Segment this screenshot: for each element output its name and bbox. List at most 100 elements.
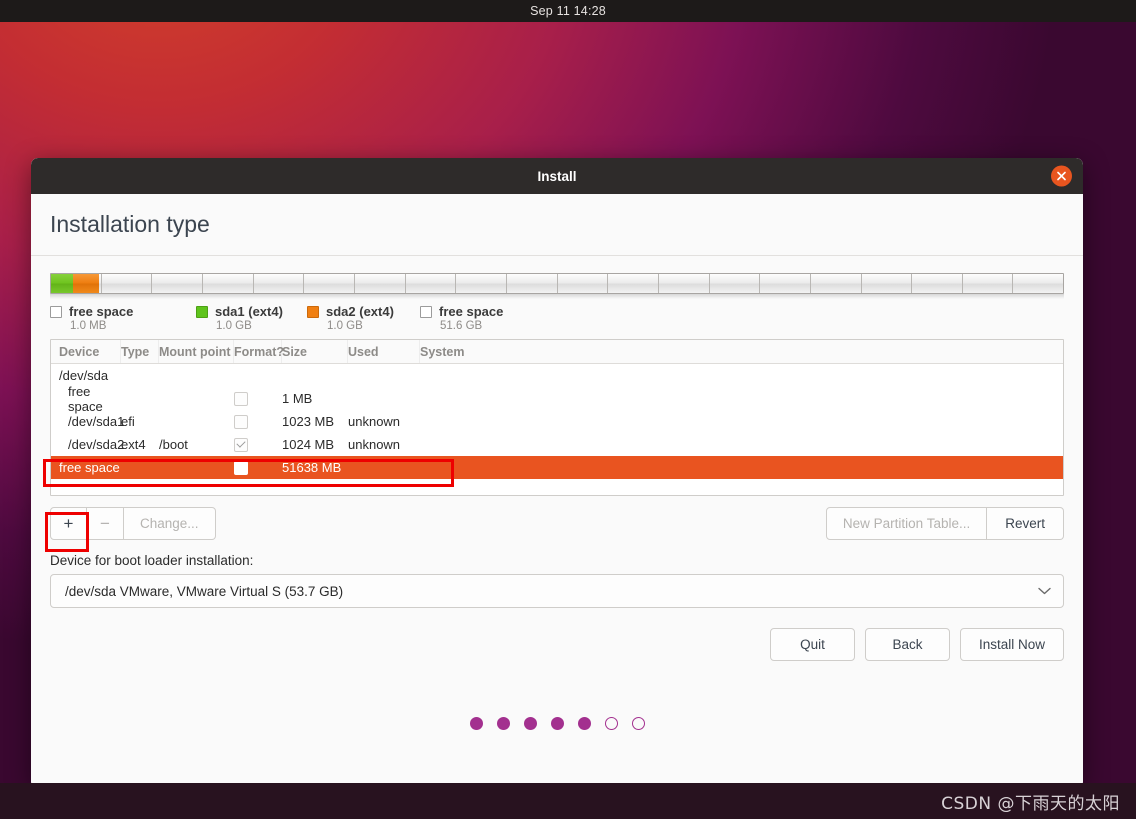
column-header-used[interactable]: Used <box>348 340 420 363</box>
progress-dot[interactable] <box>469 717 483 730</box>
cell-used <box>348 364 420 387</box>
wizard-footer: Quit Back Install Now <box>50 628 1064 661</box>
revert-button[interactable]: Revert <box>987 507 1064 540</box>
wizard-progress-dots <box>31 717 1083 730</box>
chevron-down-icon <box>1038 584 1051 598</box>
disk-bar-shadow <box>50 294 1064 299</box>
progress-dot[interactable] <box>496 717 510 730</box>
installer-content: free space 1.0 MB sda1 (ext4) 1.0 GB sda… <box>31 256 1083 785</box>
cell-format <box>234 387 282 410</box>
cell-device: free space <box>68 383 103 414</box>
page-title: Installation type <box>50 211 210 237</box>
cell-size: 1024 MB <box>282 437 335 452</box>
cell-type: ext4 <box>121 437 146 452</box>
disk-segment-sda2[interactable] <box>73 274 99 293</box>
progress-dot[interactable] <box>523 717 537 730</box>
column-header-size[interactable]: Size <box>282 340 348 363</box>
column-header-system[interactable]: System <box>420 340 1063 363</box>
cell-size <box>282 364 348 387</box>
cell-format <box>234 456 282 479</box>
close-icon[interactable] <box>1051 165 1072 187</box>
legend-label: sda1 (ext4) <box>215 304 283 319</box>
partition-table-group: New Partition Table... Revert <box>825 507 1064 540</box>
disk-legend: free space 1.0 MB sda1 (ext4) 1.0 GB sda… <box>50 304 1064 332</box>
format-checkbox[interactable] <box>234 437 248 452</box>
progress-dot[interactable] <box>577 717 591 730</box>
remove-partition-button[interactable]: − <box>87 507 124 540</box>
cell-system <box>420 456 1063 479</box>
watermark-text: CSDN @下雨天的太阳 <box>941 793 1120 814</box>
cell-type <box>121 364 159 387</box>
table-row[interactable]: /dev/sda1 efi 1023 MB unknown <box>51 410 1063 433</box>
bootloader-label: Device for boot loader installation: <box>50 553 254 568</box>
format-checkbox[interactable] <box>234 391 248 406</box>
table-row[interactable]: /dev/sda2 ext4 /boot 1024 MB unknown <box>51 433 1063 456</box>
cell-format <box>234 433 282 456</box>
partition-edit-group: + − Change... <box>50 507 216 540</box>
quit-button[interactable]: Quit <box>769 628 855 661</box>
system-clock: Sep 11 14:28 <box>530 4 606 18</box>
bootloader-selected-value: /dev/sda VMware, VMware Virtual S (53.7 … <box>65 583 344 599</box>
legend-swatch-icon[interactable] <box>307 305 319 318</box>
cell-device: /dev/sda1 <box>68 414 125 429</box>
legend-label: free space <box>69 304 134 319</box>
cell-used: unknown <box>348 437 401 452</box>
disk-segment-sda1[interactable] <box>51 274 74 293</box>
table-body: /dev/sda free space 1 MB /dev/sda1 efi 1… <box>51 364 1063 495</box>
legend-swatch-icon[interactable] <box>420 305 432 318</box>
window-titlebar: Install <box>31 158 1083 194</box>
cell-mount-point: /boot <box>159 437 188 452</box>
cell-system <box>420 410 1063 433</box>
page-header: Installation type <box>31 194 1083 256</box>
legend-item-free-space-2: free space 51.6 GB <box>420 304 503 332</box>
table-row[interactable]: /dev/sda <box>51 364 1063 387</box>
desktop-background: Sep 11 14:28 Install Installation type f… <box>0 0 1136 819</box>
legend-item-sda2: sda2 (ext4) 1.0 GB <box>307 304 420 332</box>
column-header-format[interactable]: Format? <box>234 340 284 363</box>
column-header-type[interactable]: Type <box>121 340 159 363</box>
cell-type <box>121 387 159 410</box>
cell-mount-point <box>159 364 234 387</box>
cell-mount-point <box>159 410 234 433</box>
cell-used <box>348 456 420 479</box>
progress-dot[interactable] <box>604 717 618 730</box>
format-checkbox[interactable] <box>234 460 248 475</box>
back-button[interactable]: Back <box>864 628 950 661</box>
new-partition-table-button[interactable]: New Partition Table... <box>825 507 988 540</box>
table-header-row: Device Type Mount point Format? Size Use… <box>51 340 1063 364</box>
format-checkbox[interactable] <box>234 414 248 429</box>
column-header-mount-point[interactable]: Mount point <box>159 340 234 363</box>
cell-system <box>420 364 1063 387</box>
change-partition-button[interactable]: Change... <box>124 507 216 540</box>
desktop-top-panel: Sep 11 14:28 <box>0 0 1136 22</box>
legend-size: 1.0 GB <box>216 320 252 332</box>
cell-device: /dev/sda2 <box>68 437 125 452</box>
install-now-button[interactable]: Install Now <box>959 628 1064 661</box>
cell-size: 1023 MB <box>282 414 335 429</box>
bootloader-device-select[interactable]: /dev/sda VMware, VMware Virtual S (53.7 … <box>50 574 1064 608</box>
column-header-device[interactable]: Device <box>59 340 121 363</box>
partition-table: Device Type Mount point Format? Size Use… <box>50 339 1064 496</box>
legend-size: 1.0 GB <box>327 320 363 332</box>
legend-swatch-icon[interactable] <box>196 305 208 318</box>
window-title: Install <box>537 168 577 184</box>
legend-swatch-icon[interactable] <box>50 305 62 318</box>
install-window: Install Installation type free space 1.0… <box>31 158 1083 785</box>
progress-dot[interactable] <box>550 717 564 730</box>
legend-size: 51.6 GB <box>440 320 483 332</box>
legend-item-sda1: sda1 (ext4) 1.0 GB <box>196 304 307 332</box>
legend-label: free space <box>439 304 504 319</box>
table-row[interactable]: free space 1 MB <box>51 383 1063 414</box>
table-row-selected[interactable]: free space 51638 MB <box>51 456 1063 479</box>
add-partition-button[interactable]: + <box>50 507 87 540</box>
disk-segment-free[interactable] <box>98 274 1063 293</box>
legend-item-free-space-1: free space 1.0 MB <box>50 304 196 332</box>
cell-system <box>420 433 1063 456</box>
progress-dot[interactable] <box>631 717 645 730</box>
cell-size: 1 MB <box>282 391 313 406</box>
legend-size: 1.0 MB <box>70 320 107 332</box>
cell-mount-point <box>159 456 234 479</box>
cell-type: efi <box>121 414 135 429</box>
cell-device: free space <box>59 460 120 475</box>
watermark-bar: CSDN @下雨天的太阳 <box>0 783 1136 819</box>
